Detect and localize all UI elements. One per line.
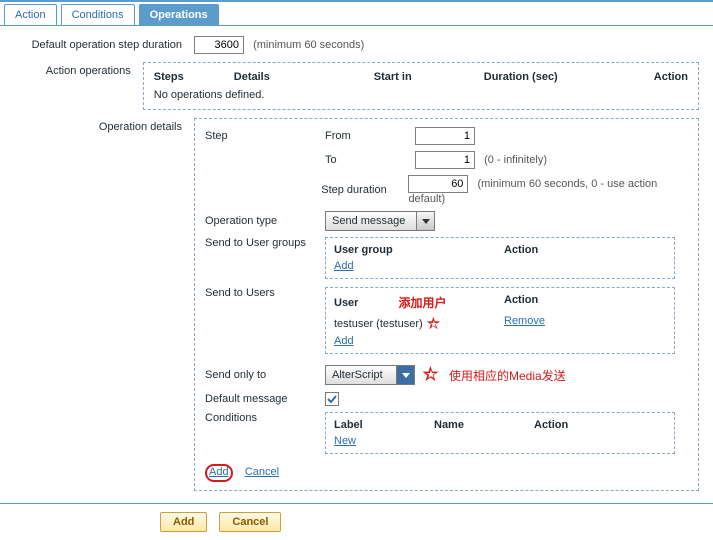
ops-header-action: Action [654, 71, 688, 83]
from-label: From [325, 130, 415, 142]
conditions-label: Conditions [205, 412, 325, 424]
to-hint: (0 - infinitely) [484, 154, 547, 166]
tab-operations[interactable]: Operations [139, 4, 219, 25]
tabs-bar: Action Conditions Operations [0, 0, 713, 26]
min60-hint: (minimum 60 seconds) [253, 39, 364, 51]
new-condition-link[interactable]: New [334, 435, 356, 447]
step-duration-label: Step duration [321, 184, 408, 196]
cond-action-header: Action [534, 419, 666, 431]
star-icon [421, 364, 443, 386]
cancel-button[interactable]: Cancel [219, 512, 281, 532]
add-user-link[interactable]: Add [334, 335, 354, 347]
add-user-group-link[interactable]: Add [334, 260, 354, 272]
default-message-label: Default message [205, 393, 325, 405]
send-only-to-label: Send only to [205, 369, 325, 381]
user-groups-panel: User group Action Add [325, 237, 675, 279]
step-to-input[interactable] [415, 151, 475, 169]
chevron-down-icon [416, 212, 434, 230]
operation-type-label: Operation type [205, 215, 325, 227]
tab-conditions[interactable]: Conditions [61, 4, 135, 25]
operation-type-value: Send message [326, 215, 416, 227]
footer-bar: Add Cancel [0, 503, 713, 540]
send-only-to-value: AlterScript [326, 369, 396, 381]
users-action-header: Action [504, 294, 666, 311]
step-label: Step [205, 130, 325, 142]
ops-header-details: Details [234, 71, 374, 83]
users-panel: User 添加用户 Action testuser (testuser) [325, 287, 675, 354]
ops-header-start: Start in [374, 71, 484, 83]
operation-details-panel: Step From To (0 - infinitely) Step durat… [194, 118, 699, 491]
send-only-to-select[interactable]: AlterScript [325, 365, 415, 385]
ops-empty-text: No operations defined. [154, 89, 688, 101]
default-message-checkbox[interactable] [325, 392, 339, 406]
users-header: User [334, 297, 358, 309]
tab-action[interactable]: Action [4, 4, 57, 25]
send-to-groups-label: Send to User groups [205, 237, 325, 249]
user-name-cell: testuser (testuser) [334, 318, 423, 330]
add-button[interactable]: Add [160, 512, 207, 532]
cancel-operation-link[interactable]: Cancel [245, 466, 279, 478]
annotation-add-user: 添加用户 [398, 294, 446, 311]
ops-header-duration: Duration (sec) [484, 71, 654, 83]
user-group-action-header: Action [504, 244, 666, 256]
add-operation-link[interactable]: Add [209, 466, 229, 478]
ops-header-steps: Steps [154, 71, 234, 83]
default-step-duration-label: Default operation step duration [14, 36, 194, 51]
operation-type-select[interactable]: Send message [325, 211, 435, 231]
table-row: testuser (testuser) Remove [334, 315, 666, 333]
send-to-users-label: Send to Users [205, 287, 325, 299]
annotation-circle: Add [205, 464, 233, 482]
star-icon [426, 315, 444, 333]
default-step-duration-input[interactable] [194, 36, 244, 54]
cond-name-header: Name [434, 419, 534, 431]
action-operations-panel: Steps Details Start in Duration (sec) Ac… [143, 62, 699, 110]
to-label: To [325, 154, 415, 166]
step-duration-input[interactable] [408, 175, 468, 193]
conditions-panel: Label Name Action New [325, 412, 675, 454]
chevron-down-icon [396, 366, 414, 384]
remove-user-link[interactable]: Remove [504, 315, 545, 327]
cond-label-header: Label [334, 419, 434, 431]
user-group-header: User group [334, 244, 504, 256]
action-operations-label: Action operations [14, 62, 143, 77]
operation-details-label: Operation details [14, 118, 194, 133]
step-from-input[interactable] [415, 127, 475, 145]
annotation-media-send: 使用相应的Media发送 [449, 367, 566, 384]
